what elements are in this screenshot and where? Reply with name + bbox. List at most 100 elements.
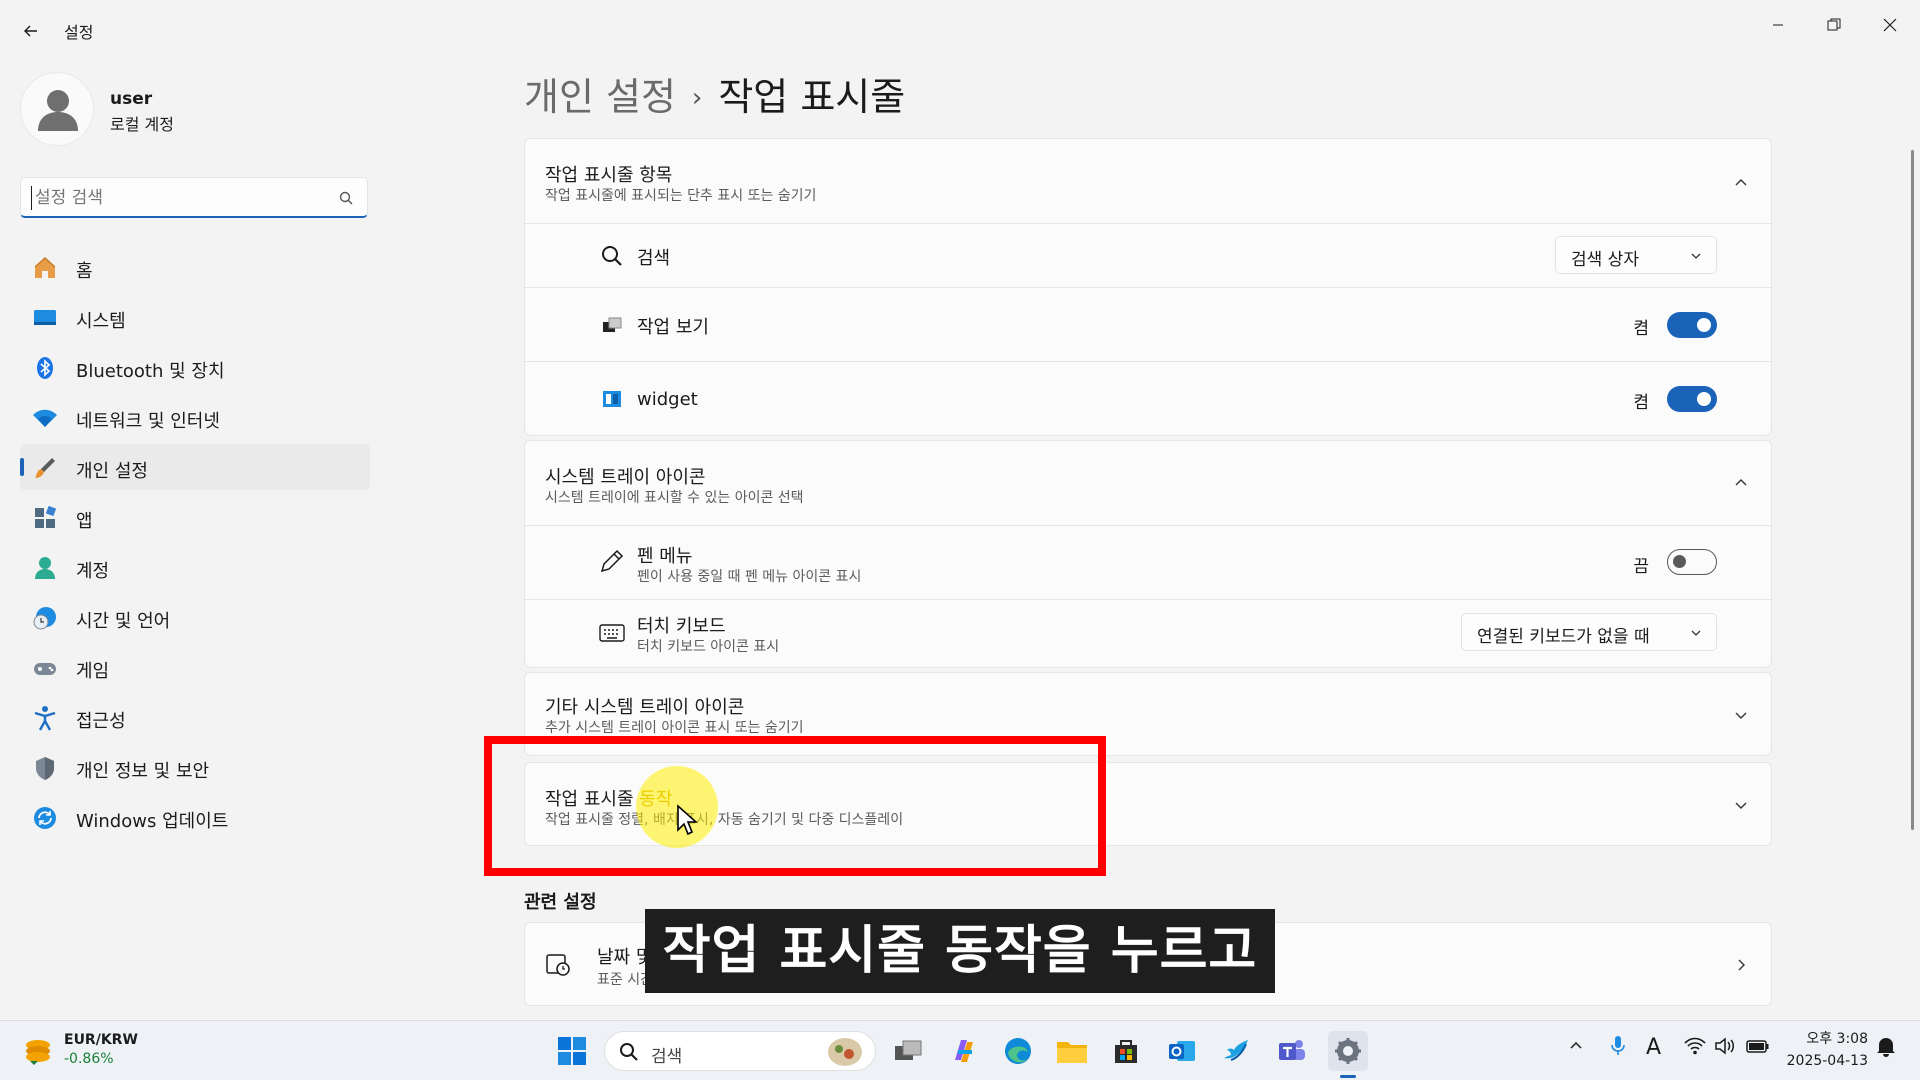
pen-menu-toggle[interactable] [1667, 549, 1717, 575]
notification-bell-icon [1877, 1038, 1895, 1057]
tray-overflow-button[interactable] [1568, 1037, 1584, 1058]
sidebar-item-bluetooth[interactable]: Bluetooth 및 장치 [20, 344, 370, 390]
sidebar-item-system[interactable]: 시스템 [20, 294, 370, 340]
sidebar-item-privacy[interactable]: 개인 정보 및 보안 [20, 744, 370, 790]
sidebar-item-label: 접근성 [76, 711, 126, 732]
teams-button[interactable] [1272, 1031, 1312, 1071]
clock-date: 2025-04-13 [1786, 1053, 1868, 1069]
user-profile[interactable]: user 로컬 계정 [20, 72, 380, 146]
search-icon [339, 190, 353, 209]
task-view-button[interactable] [888, 1031, 928, 1071]
system-tray-section: 시스템 트레이 아이콘 시스템 트레이에 표시할 수 있는 아이콘 선택 펜 메… [524, 440, 1772, 668]
file-explorer-button[interactable] [1052, 1031, 1092, 1071]
edge-button[interactable] [998, 1031, 1038, 1071]
ime-indicator[interactable]: A [1646, 1035, 1661, 1060]
microphone-button[interactable] [1610, 1035, 1626, 1062]
windows-taskbar: EUR/KRW -0.86% 검색 A 오후 3:08 2025-04-13 [0, 1020, 1920, 1080]
breadcrumb-parent[interactable]: 개인 설정 [524, 75, 676, 119]
title-bar: 설정 [0, 0, 1920, 58]
settings-app-button[interactable] [1328, 1031, 1368, 1071]
active-app-indicator [1340, 1075, 1356, 1078]
sidebar-item-network[interactable]: 네트워크 및 인터넷 [20, 394, 370, 440]
bird-app-icon [1224, 1040, 1248, 1061]
volume-button[interactable] [1714, 1037, 1736, 1060]
accessibility-icon [32, 705, 58, 731]
settings-search[interactable] [20, 177, 368, 218]
back-arrow-icon [24, 25, 37, 37]
coins-icon [26, 1040, 50, 1065]
sidebar-item-label: 네트워크 및 인터넷 [76, 411, 220, 432]
chevron-up-icon [1735, 179, 1747, 186]
taskbar-search[interactable]: 검색 [604, 1031, 876, 1071]
outlook-button[interactable] [1162, 1031, 1202, 1071]
sidebar-item-label: 계정 [76, 561, 110, 582]
search-mode-dropdown[interactable]: 검색 상자 [1555, 236, 1717, 274]
scrollbar[interactable] [1911, 150, 1914, 830]
home-icon [32, 255, 58, 281]
sidebar-item-label: 앱 [76, 511, 93, 532]
folder-icon [1057, 1042, 1087, 1063]
sidebar-item-home[interactable]: 홈 [20, 244, 370, 290]
task-view-toggle[interactable] [1667, 312, 1717, 338]
sidebar-item-label: 시간 및 언어 [76, 611, 171, 632]
outlook-icon [1169, 1041, 1195, 1061]
section-subtitle: 추가 시스템 트레이 아이콘 표시 또는 숨기기 [545, 720, 804, 736]
widgets-row: widget 켬 [525, 361, 1771, 435]
taskbar-search-label: 검색 [651, 1047, 683, 1067]
chevron-up-icon [1735, 479, 1747, 486]
restore-button[interactable] [1814, 8, 1854, 42]
close-icon [1883, 18, 1897, 32]
account-type: 로컬 계정 [110, 115, 174, 134]
related-settings-heading: 관련 설정 [524, 892, 597, 913]
toggle-state: 켬 [1633, 393, 1649, 413]
sidebar-item-accessibility[interactable]: 접근성 [20, 694, 370, 740]
toggle-state: 켬 [1633, 319, 1649, 339]
back-button[interactable] [14, 14, 48, 48]
widgets-toggle[interactable] [1667, 386, 1717, 412]
widgets-icon [599, 386, 625, 412]
search-icon [620, 1043, 638, 1061]
chevron-down-icon [1691, 253, 1701, 259]
row-label: 터치 키보드 [637, 616, 726, 637]
sidebar-item-time-language[interactable]: 시간 및 언어 [20, 594, 370, 640]
chevron-down-icon [1735, 712, 1747, 719]
taskbar-clock[interactable]: 오후 3:08 2025-04-13 [1787, 1028, 1868, 1072]
stock-widget[interactable]: EUR/KRW -0.86% [22, 1031, 162, 1071]
network-icon [32, 405, 58, 431]
dropdown-value: 연결된 키보드가 없을 때 [1477, 627, 1650, 647]
chevron-right-icon [1738, 959, 1745, 971]
sidebar-item-accounts[interactable]: 계정 [20, 544, 370, 590]
section-title: 기타 시스템 트레이 아이콘 [545, 697, 745, 718]
sidebar-item-label: 시스템 [76, 311, 126, 332]
page-title: 작업 표시줄 [718, 75, 906, 119]
sidebar-item-windows-update[interactable]: Windows 업데이트 [20, 794, 370, 840]
row-label: 작업 보기 [637, 317, 709, 338]
system-icon [32, 305, 58, 331]
clock-time: 오후 3:08 [1806, 1031, 1868, 1047]
avatar [20, 72, 94, 146]
privacy-shield-icon [32, 755, 58, 781]
breadcrumb: 개인 설정 › 작업 표시줄 [524, 66, 905, 121]
sidebar-item-label: 개인 정보 및 보안 [76, 761, 210, 782]
start-button[interactable] [552, 1031, 592, 1071]
minimize-button[interactable] [1758, 8, 1798, 42]
row-label: 펜 메뉴 [637, 546, 693, 567]
app-bird-button[interactable] [1216, 1031, 1256, 1071]
close-button[interactable] [1870, 8, 1910, 42]
sidebar-item-apps[interactable]: 앱 [20, 494, 370, 540]
personalization-icon [32, 455, 58, 481]
battery-button[interactable] [1746, 1037, 1770, 1060]
search-input[interactable] [31, 186, 321, 210]
stock-change: -0.86% [64, 1051, 114, 1067]
touch-keyboard-row: 터치 키보드 터치 키보드 아이콘 표시 연결된 키보드가 없을 때 [525, 599, 1771, 667]
annotation-highlight-box [484, 736, 1106, 876]
sidebar-item-gaming[interactable]: 게임 [20, 644, 370, 690]
microphone-icon [1611, 1036, 1625, 1055]
copilot-button[interactable] [944, 1031, 984, 1071]
teams-icon [1279, 1040, 1305, 1060]
sidebar-item-personalization[interactable]: 개인 설정 [20, 444, 370, 490]
wifi-button[interactable] [1684, 1037, 1706, 1060]
store-button[interactable] [1106, 1031, 1146, 1071]
touch-keyboard-dropdown[interactable]: 연결된 키보드가 없을 때 [1461, 613, 1717, 651]
notifications-button[interactable] [1876, 1035, 1896, 1062]
